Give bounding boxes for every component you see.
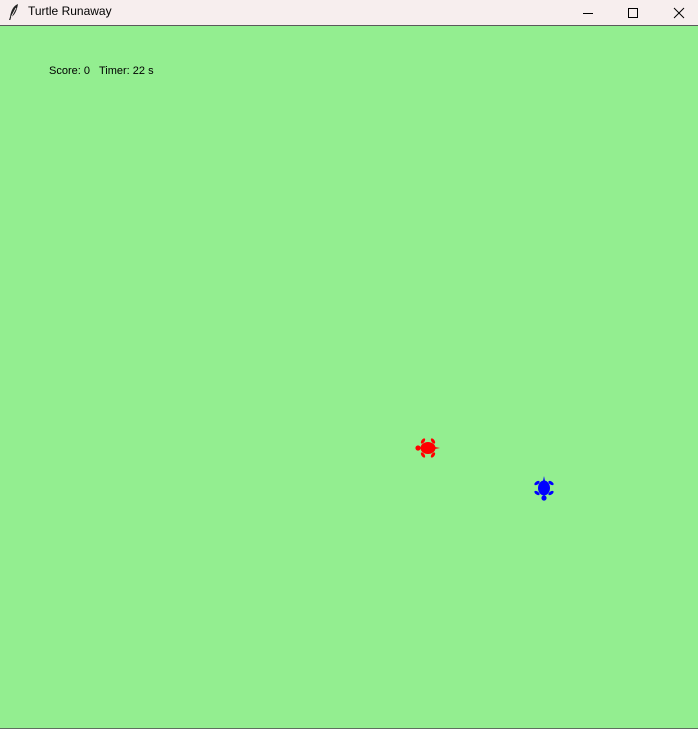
minimize-button[interactable] — [565, 0, 611, 25]
feather-icon — [9, 4, 18, 20]
timer-label: Timer: — [98, 65, 130, 77]
app-window: Turtle Runaway Score: 0 Timer: 22 s — [0, 0, 698, 729]
maximize-button[interactable] — [610, 0, 656, 25]
game-canvas[interactable]: Score: 0 Timer: 22 s — [0, 26, 698, 728]
timer-value: 22 — [132, 65, 146, 77]
maximize-icon — [628, 7, 638, 18]
close-icon — [673, 7, 685, 18]
red-turtle-runner — [415, 438, 440, 458]
minimize-icon — [583, 12, 593, 14]
score-value: 0 — [83, 65, 90, 77]
score-timer-display: Score: 0 Timer: 22 s — [49, 65, 154, 77]
close-button[interactable] — [656, 0, 698, 25]
timer-unit: s — [148, 65, 154, 77]
score-label: Score: — [49, 65, 81, 77]
window-title: Turtle Runaway — [28, 4, 112, 18]
blue-turtle-chaser — [534, 476, 554, 501]
title-bar[interactable]: Turtle Runaway — [0, 0, 698, 26]
